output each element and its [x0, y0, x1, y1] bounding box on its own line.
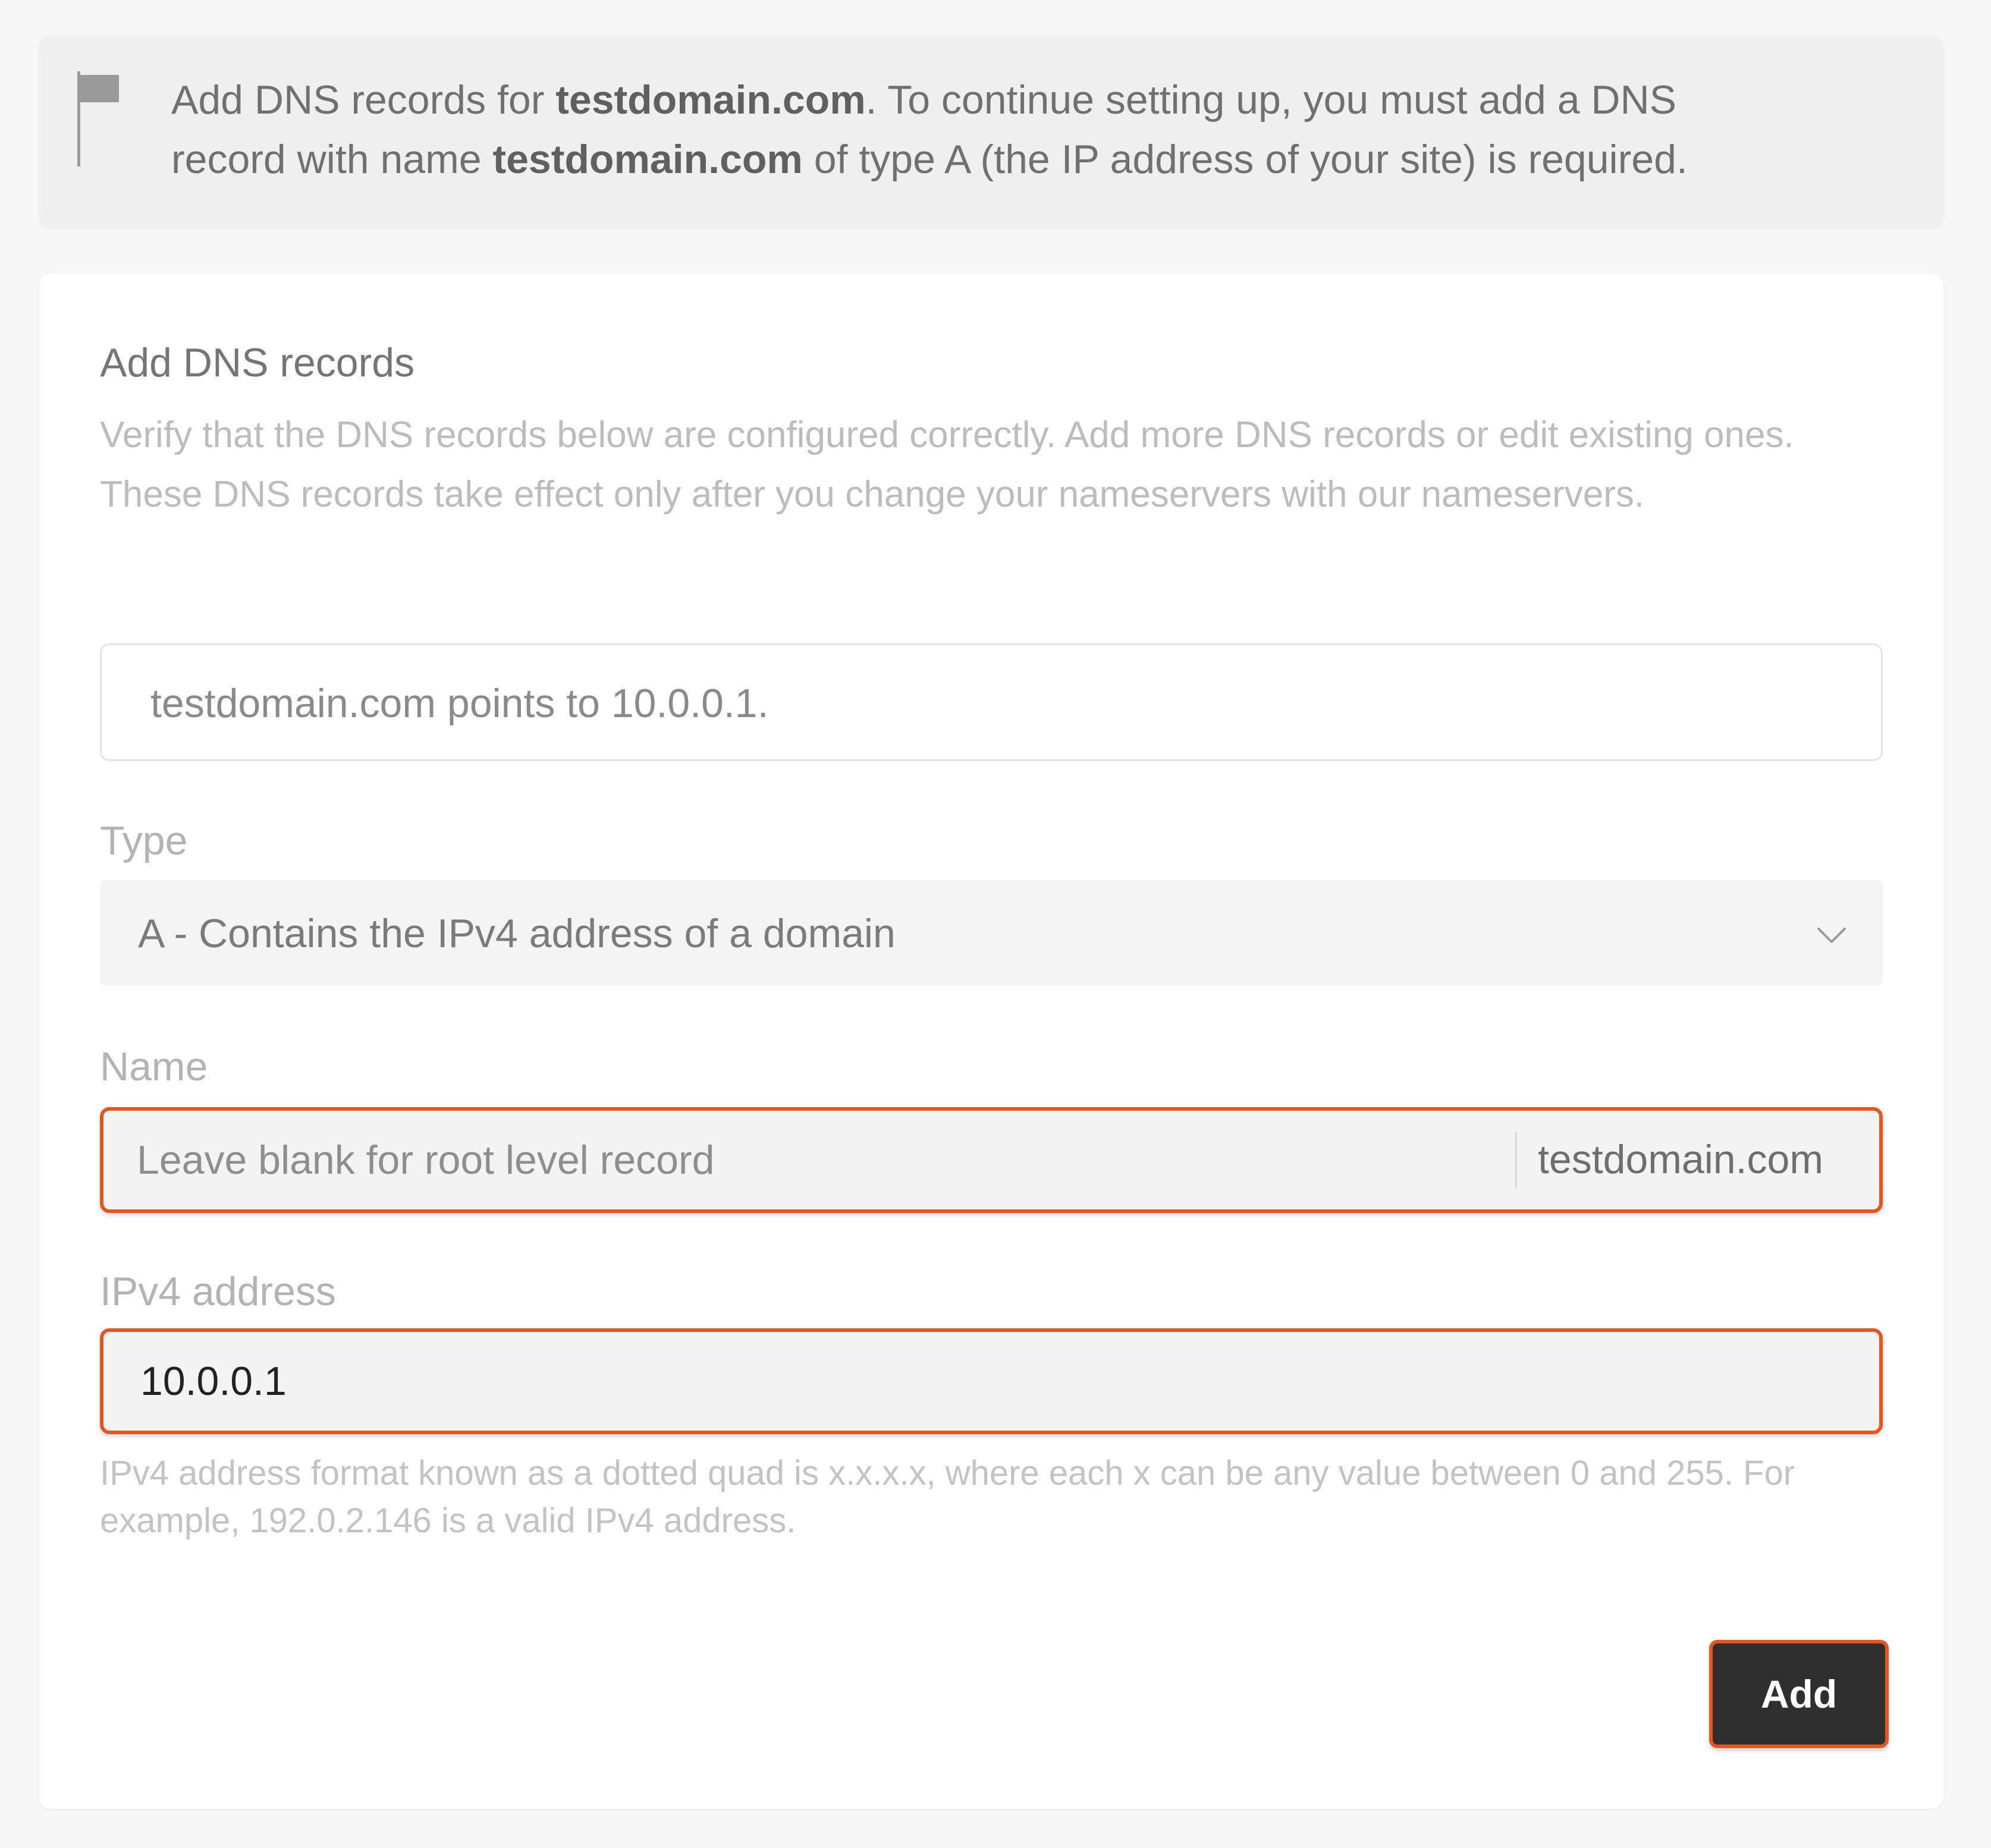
ipv4-label: IPv4 address: [100, 1269, 336, 1314]
flag-icon: [77, 71, 119, 166]
notice-line1-post: . To continue setting up, you must add a…: [865, 77, 1676, 122]
type-select[interactable]: A - Contains the IPv4 address of a domai…: [100, 880, 1883, 986]
notice-domain-2: testdomain.com: [492, 137, 803, 182]
name-input-divider: [1515, 1132, 1517, 1188]
ipv4-input-group: [100, 1328, 1883, 1434]
notice-line2-post: of type A (the IP address of your site) …: [802, 137, 1688, 182]
type-label: Type: [100, 818, 188, 863]
notice-line2-pre: record with name: [171, 137, 493, 182]
chevron-down-icon[interactable]: [1814, 917, 1849, 953]
record-summary-text: testdomain.com points to 10.0.0.1.: [150, 681, 769, 726]
name-input[interactable]: [137, 1111, 1505, 1209]
add-button[interactable]: Add: [1709, 1640, 1889, 1748]
name-domain-suffix: testdomain.com: [1538, 1137, 1823, 1182]
ipv4-help-text: IPv4 address format known as a dotted qu…: [100, 1454, 1795, 1540]
add-dns-records-card: Add DNS records Verify that the DNS reco…: [39, 274, 1943, 1809]
name-input-group: testdomain.com: [100, 1107, 1883, 1213]
card-description: Verify that the DNS records below are co…: [100, 414, 1794, 515]
ipv4-input[interactable]: [140, 1332, 1841, 1431]
name-label: Name: [100, 1044, 208, 1089]
notice-text: Add DNS records for testdomain.com. To c…: [171, 70, 1908, 189]
notice-line1-pre: Add DNS records for: [171, 77, 556, 122]
dns-notice-banner: Add DNS records for testdomain.com. To c…: [39, 36, 1943, 227]
card-title: Add DNS records: [100, 340, 415, 385]
notice-domain-1: testdomain.com: [555, 77, 866, 122]
type-select-value: A - Contains the IPv4 address of a domai…: [138, 911, 896, 956]
record-summary-box: testdomain.com points to 10.0.0.1.: [100, 643, 1883, 761]
